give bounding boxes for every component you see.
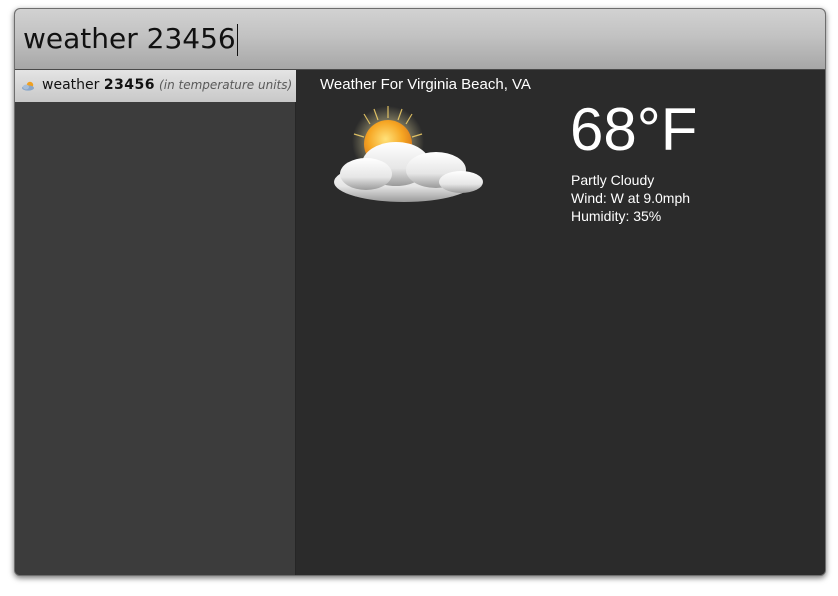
query-bar: weather 23456 bbox=[15, 9, 825, 70]
cloud-sun-icon bbox=[22, 81, 34, 91]
search-input[interactable]: weather 23456 bbox=[23, 19, 238, 59]
result-argument: 23456 bbox=[103, 77, 156, 93]
weather-title: Weather For Virginia Beach, VA bbox=[320, 76, 531, 93]
launcher-window: weather 23456 weather 23456 (in temperatu… bbox=[14, 8, 826, 576]
text-caret bbox=[236, 24, 238, 56]
temperature-value: 68°F bbox=[570, 96, 698, 163]
weather-humidity: Humidity: 35% bbox=[571, 208, 662, 224]
result-hint: (in temperature units) bbox=[159, 78, 293, 92]
weather-panel: Weather For Virginia Beach, VA 68°F Part… bbox=[296, 70, 825, 575]
result-label: weather 23456 (in temperature units) bbox=[42, 77, 292, 93]
results-sidebar: weather 23456 (in temperature units) bbox=[15, 70, 311, 575]
weather-condition: Partly Cloudy bbox=[571, 172, 655, 188]
weather-wind: Wind: W at 9.0mph bbox=[571, 190, 691, 206]
result-item-weather[interactable]: weather 23456 (in temperature units) bbox=[15, 70, 311, 102]
weather-details: Partly Cloudy Wind: W at 9.0mph Humidity… bbox=[571, 171, 690, 225]
partly-cloudy-icon bbox=[334, 106, 483, 202]
search-query-text: weather 23456 bbox=[23, 22, 236, 55]
result-keyword: weather bbox=[42, 77, 100, 93]
